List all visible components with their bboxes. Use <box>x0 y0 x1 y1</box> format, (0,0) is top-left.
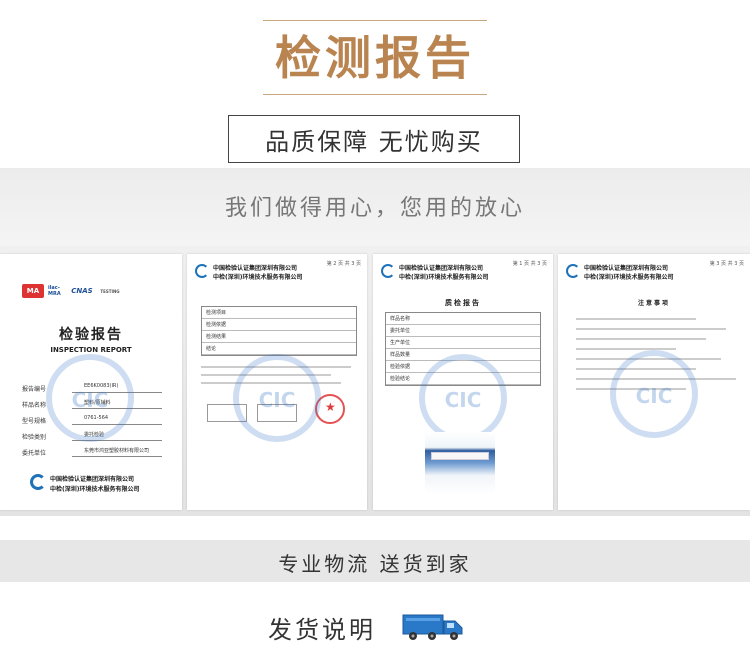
text-line <box>576 338 706 340</box>
report-cover-page: MA ilac-MRA CNAS TESTING 检验报告 INSPECTION… <box>0 254 182 510</box>
text-line <box>576 328 726 330</box>
org-name-1: 中国检验认证集团深圳有限公司 <box>213 265 298 272</box>
table-cell: 样品数量 <box>390 352 411 358</box>
cic-logo-icon <box>30 474 46 490</box>
table-row: 检测依据 <box>202 319 356 331</box>
cic-logo-icon <box>195 264 209 278</box>
report-title-en: INSPECTION REPORT <box>50 346 132 354</box>
org-name-1: 中国检验认证集团深圳有限公司 <box>399 265 484 272</box>
field-value: 东莞市鸿亚塑胶材料有限公司 <box>84 448 150 454</box>
report-page-2: 第 2 页 共 3 页 中国检验认证集团深圳有限公司 中检(深圳)环境技术服务有… <box>187 254 367 510</box>
page-number: 第 2 页 共 3 页 <box>326 261 361 267</box>
gold-rule-bottom <box>263 94 487 95</box>
table-row: 检测结果 <box>202 331 356 343</box>
sample-strip <box>431 452 489 460</box>
shipping-section: 发货说明 <box>0 582 750 664</box>
result-table: 检测项目 检测依据 检测结果 结论 <box>201 306 357 356</box>
field-label: 委托单位 <box>22 450 47 457</box>
field-value-line: 东莞市鸿亚塑胶材料有限公司 <box>72 448 162 457</box>
cic-watermark: CIC <box>610 350 698 438</box>
table-cell: 检测结果 <box>206 334 227 340</box>
table-cell: 检验依据 <box>390 364 411 370</box>
page-number: 第 1 页 共 3 页 <box>512 261 547 267</box>
org-name-2: 中检(深圳)环境技术服务有限公司 <box>50 486 140 493</box>
table-row: 样品名称 <box>386 313 540 325</box>
subtitle-box: 品质保障 无忧购买 <box>228 115 520 163</box>
slogan-text: 我们做得用心，您用的放心 <box>224 196 525 221</box>
field-label: 样品名称 <box>22 402 47 409</box>
report-page-3: 第 3 页 共 3 页 中国检验认证集团深圳有限公司 中检(深圳)环境技术服务有… <box>558 254 750 510</box>
watermark-text: CIC <box>258 388 296 412</box>
table-cell: 生产单位 <box>390 340 411 346</box>
field-label: 检验类别 <box>22 434 47 441</box>
table-cell: 结论 <box>206 346 217 352</box>
field-label: 型号规格 <box>22 418 47 425</box>
table-cell: 检验结论 <box>390 376 411 382</box>
report-title-cn: 检验报告 <box>59 327 123 343</box>
text-line <box>576 318 696 320</box>
page-number: 第 3 页 共 3 页 <box>709 261 744 267</box>
org-name-1: 中国检验认证集团深圳有限公司 <box>584 265 669 272</box>
table-row: 委托单位 <box>386 325 540 337</box>
table-row: 生产单位 <box>386 337 540 349</box>
org-name-2: 中检(深圳)环境技术服务有限公司 <box>399 274 489 281</box>
watermark-text: CIC <box>71 388 109 412</box>
field-label: 报告编号 <box>22 386 47 393</box>
slogan-band: 我们做得用心，您用的放心 <box>0 168 750 246</box>
truck-icon <box>402 614 463 640</box>
table-cell: 样品名称 <box>390 316 411 322</box>
table-cell: 委托单位 <box>390 328 411 334</box>
logistics-text: 专业物流 送货到家 <box>278 552 472 576</box>
org-name-2: 中检(深圳)环境技术服务有限公司 <box>213 274 303 281</box>
watermark-text: CIC <box>444 388 482 412</box>
cnas-badge: CNAS <box>71 287 93 295</box>
report-heading: 质检报告 <box>445 299 481 307</box>
watermark-text: CIC <box>635 384 673 408</box>
cic-logo-icon <box>566 264 580 278</box>
org-name-2: 中检(深圳)环境技术服务有限公司 <box>584 274 674 281</box>
page-title: 检测报告 <box>275 31 475 85</box>
report-gallery: MA ilac-MRA CNAS TESTING 检验报告 INSPECTION… <box>0 246 750 516</box>
table-cell: 检测依据 <box>206 322 227 328</box>
shipping-title: 发货说明 <box>268 616 376 644</box>
cic-watermark: CIC <box>46 354 134 442</box>
table-row: 检测项目 <box>202 307 356 319</box>
logistics-band: 专业物流 送货到家 <box>0 540 750 582</box>
org-name-1: 中国检验认证集团深圳有限公司 <box>50 476 135 483</box>
hero-header: 检测报告 品质保障 无忧购买 <box>0 0 750 168</box>
testing-badge: TESTING <box>100 288 120 294</box>
sample-photo <box>425 432 495 494</box>
cic-watermark: CIC <box>233 354 321 442</box>
cic-logo-icon <box>381 264 395 278</box>
ilac-badge: ilac-MRA <box>48 285 61 297</box>
gold-rule-top <box>263 20 487 21</box>
cic-watermark: CIC <box>419 354 507 442</box>
notice-heading: 注意事项 <box>637 300 670 307</box>
table-cell: 检测项目 <box>206 310 227 316</box>
ma-badge: MA <box>22 284 44 298</box>
report-page-1: 第 1 页 共 3 页 中国检验认证集团深圳有限公司 中检(深圳)环境技术服务有… <box>373 254 553 510</box>
